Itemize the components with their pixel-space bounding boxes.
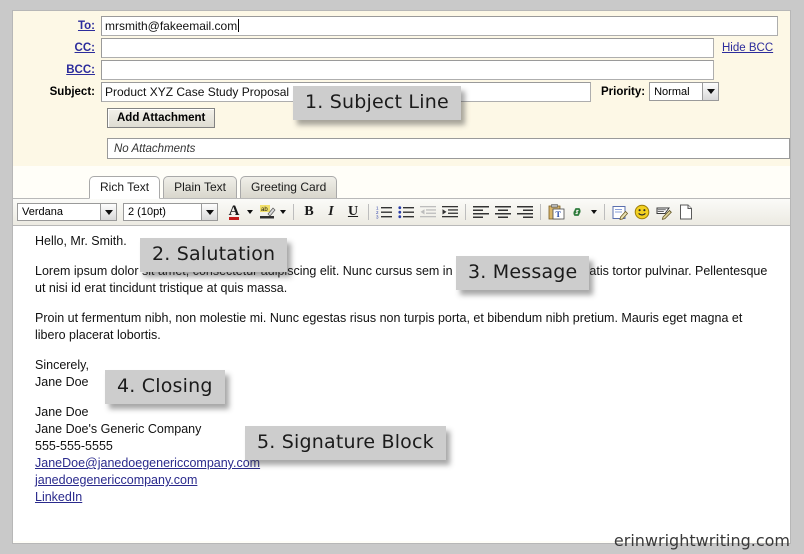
emoticon-icon[interactable] bbox=[632, 202, 652, 222]
callout-salutation: 2. Salutation bbox=[140, 238, 288, 272]
paste-as-text-icon[interactable]: T bbox=[546, 202, 566, 222]
text-caret bbox=[238, 18, 240, 32]
underline-icon[interactable]: U bbox=[343, 202, 363, 222]
closing-line-1: Sincerely, bbox=[35, 358, 89, 372]
highlight-chevron-down-icon[interactable] bbox=[280, 210, 286, 214]
callout-message: 3. Message bbox=[456, 256, 590, 290]
callout-closing: 4. Closing bbox=[105, 370, 225, 404]
svg-text:T: T bbox=[555, 210, 561, 219]
highlight-glyph: ab bbox=[259, 205, 275, 219]
font-size-value: 2 (10pt) bbox=[128, 206, 166, 218]
svg-text:3: 3 bbox=[376, 215, 379, 220]
toolbar-divider bbox=[368, 204, 369, 220]
bulleted-list-glyph bbox=[398, 206, 414, 219]
font-size-select[interactable]: 2 (10pt) bbox=[123, 203, 218, 221]
to-input[interactable]: mrsmith@fakeemail.com bbox=[101, 15, 778, 36]
toolbar-divider bbox=[540, 204, 541, 220]
cc-label[interactable]: CC: bbox=[13, 42, 101, 54]
align-left-icon[interactable] bbox=[471, 202, 491, 222]
signature-name: Jane Doe bbox=[35, 405, 89, 419]
attachment-list[interactable]: No Attachments bbox=[107, 137, 790, 159]
cc-row: CC: Hide BCC bbox=[13, 37, 790, 58]
tab-greeting-card[interactable]: Greeting Card bbox=[239, 176, 338, 198]
font-color-chevron-down-icon[interactable] bbox=[247, 210, 253, 214]
toolbar-divider bbox=[604, 204, 605, 220]
increase-indent-icon[interactable] bbox=[440, 202, 460, 222]
signature-glyph bbox=[656, 207, 672, 220]
font-family-value: Verdana bbox=[22, 206, 63, 218]
bold-icon[interactable]: B bbox=[299, 202, 319, 222]
priority-label: Priority: bbox=[601, 85, 646, 98]
font-color-icon[interactable]: A bbox=[224, 202, 244, 222]
signature-company: Jane Doe's Generic Company bbox=[35, 422, 202, 436]
align-right-glyph bbox=[517, 206, 533, 218]
editor-tabs: Rich Text Plain Text Greeting Card bbox=[89, 176, 790, 199]
watermark-text: erinwrightwriting.com bbox=[613, 531, 790, 550]
emoticon-glyph bbox=[634, 204, 650, 220]
svg-text:ab: ab bbox=[261, 207, 268, 213]
hide-bcc-link[interactable]: Hide BCC bbox=[722, 42, 773, 54]
bcc-row: BCC: bbox=[13, 59, 790, 80]
toolbar-divider bbox=[465, 204, 466, 220]
new-page-glyph bbox=[680, 204, 692, 220]
signature-icon[interactable] bbox=[654, 202, 674, 222]
tab-plain-text[interactable]: Plain Text bbox=[163, 176, 237, 198]
signature-website-link[interactable]: janedoegenericcompany.com bbox=[35, 473, 197, 487]
insert-link-glyph bbox=[572, 208, 581, 216]
to-row: To: mrsmith@fakeemail.com bbox=[13, 15, 790, 36]
callout-signature-block: 5. Signature Block bbox=[245, 426, 446, 460]
new-page-icon[interactable] bbox=[676, 202, 696, 222]
insert-object-icon[interactable] bbox=[610, 202, 630, 222]
highlight-icon[interactable]: ab bbox=[257, 202, 277, 222]
subject-label: Subject: bbox=[49, 85, 95, 98]
message-paragraph-2: Proin ut fermentum nibh, non molestie mi… bbox=[35, 311, 743, 342]
cc-input[interactable] bbox=[101, 37, 714, 58]
signature-social-link[interactable]: LinkedIn bbox=[35, 490, 82, 504]
toolbar-divider bbox=[293, 204, 294, 220]
priority-value: Normal bbox=[654, 85, 690, 98]
numbered-list-glyph: 1 2 3 bbox=[376, 206, 392, 220]
align-center-icon[interactable] bbox=[493, 202, 513, 222]
font-family-select[interactable]: Verdana bbox=[17, 203, 117, 221]
paste-as-text-glyph: T bbox=[548, 204, 564, 220]
priority-select[interactable]: Normal bbox=[649, 82, 720, 101]
insert-link-chevron-down-icon[interactable] bbox=[591, 210, 597, 214]
bulleted-list-icon[interactable] bbox=[396, 202, 416, 222]
format-toolbar: Verdana 2 (10pt) A ab B I U 1 2 3 T bbox=[13, 198, 790, 226]
chevron-down-icon[interactable] bbox=[201, 204, 217, 220]
italic-icon[interactable]: I bbox=[321, 202, 341, 222]
tab-rich-text[interactable]: Rich Text bbox=[89, 176, 161, 199]
closing-line-2: Jane Doe bbox=[35, 375, 89, 389]
chevron-down-icon[interactable] bbox=[702, 83, 719, 100]
add-attachment-button[interactable]: Add Attachment bbox=[107, 108, 216, 128]
callout-subject-line: 1. Subject Line bbox=[293, 86, 461, 120]
insert-object-glyph bbox=[612, 205, 628, 220]
bcc-label[interactable]: BCC: bbox=[13, 64, 101, 76]
decrease-indent-glyph bbox=[420, 206, 436, 218]
signature-phone: 555-555-5555 bbox=[35, 439, 113, 453]
numbered-list-icon[interactable]: 1 2 3 bbox=[374, 202, 394, 222]
attachment-list-row: No Attachments bbox=[13, 136, 790, 160]
increase-indent-glyph bbox=[442, 206, 458, 218]
signature-email-link[interactable]: JaneDoe@janedoegenericcompany.com bbox=[35, 456, 260, 470]
insert-link-icon[interactable] bbox=[568, 202, 588, 222]
bcc-input[interactable] bbox=[101, 59, 714, 80]
chevron-down-icon[interactable] bbox=[100, 204, 116, 220]
decrease-indent-icon[interactable] bbox=[418, 202, 438, 222]
to-label[interactable]: To: bbox=[13, 20, 101, 32]
align-left-glyph bbox=[473, 206, 489, 218]
align-right-icon[interactable] bbox=[515, 202, 535, 222]
align-center-glyph bbox=[495, 206, 511, 218]
to-value: mrsmith@fakeemail.com bbox=[105, 18, 238, 33]
